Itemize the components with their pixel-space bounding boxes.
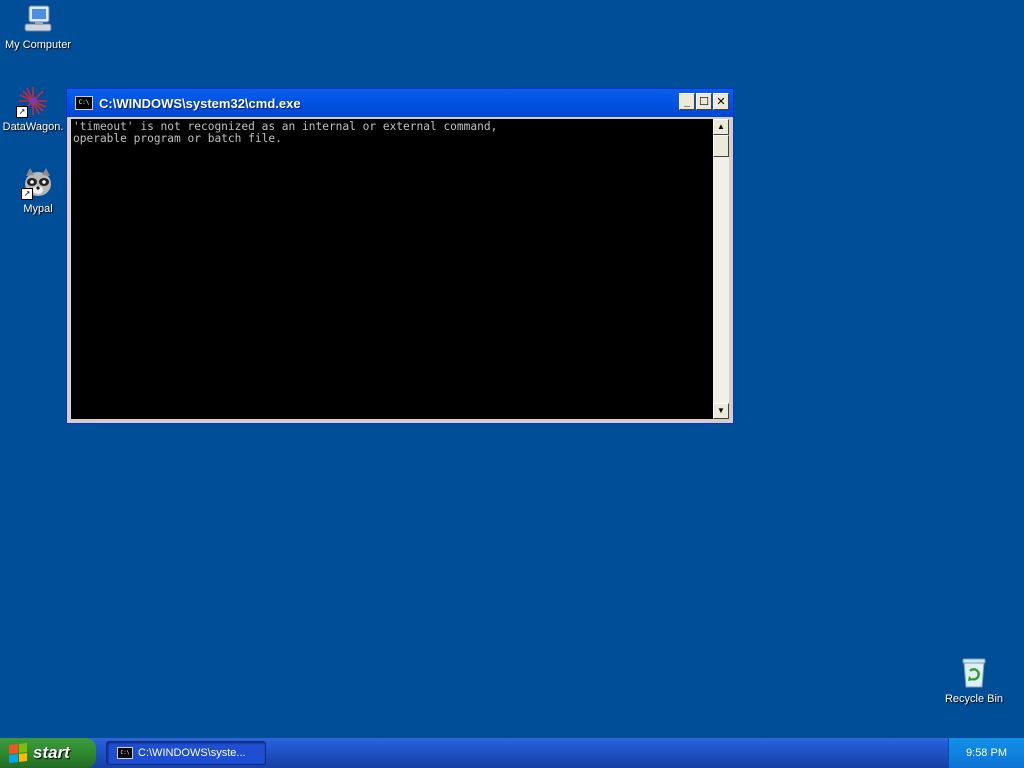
window-titlebar[interactable]: C:\ C:\WINDOWS\system32\cmd.exe _ ☐ ✕ (67, 89, 733, 117)
scroll-down-arrow-icon[interactable]: ▼ (713, 403, 729, 419)
desktop-icon-recycle-bin[interactable]: Recycle Bin (936, 656, 1012, 705)
start-button[interactable]: start (0, 738, 96, 768)
datawagon-icon: ↗ (16, 84, 50, 118)
desktop-icon-mypal[interactable]: ↗ Mypal (0, 166, 76, 215)
desktop-icon-label: Mypal (23, 203, 53, 215)
cmd-window[interactable]: C:\ C:\WINDOWS\system32\cmd.exe _ ☐ ✕ 't… (66, 88, 734, 424)
close-button[interactable]: ✕ (713, 93, 729, 110)
console-output[interactable]: 'timeout' is not recognized as an intern… (71, 119, 713, 419)
recycle-bin-icon (957, 656, 991, 690)
mypal-raccoon-icon: ↗ (21, 166, 55, 200)
desktop-icon-datawagon[interactable]: ↗ DataWagon. (0, 84, 71, 133)
maximize-button[interactable]: ☐ (696, 93, 712, 110)
window-title: C:\WINDOWS\system32\cmd.exe (99, 95, 301, 111)
scroll-up-arrow-icon[interactable]: ▲ (713, 119, 729, 135)
shortcut-arrow-icon: ↗ (21, 188, 33, 200)
windows-flag-icon (9, 743, 27, 763)
computer-icon (21, 2, 55, 36)
taskbar: start C:\ C:\WINDOWS\syste... 9:58 PM (0, 738, 1024, 768)
vertical-scrollbar[interactable]: ▲ ▼ (713, 119, 729, 419)
console-line: operable program or batch file. (73, 132, 282, 145)
taskbar-button-cmd[interactable]: C:\ C:\WINDOWS\syste... (106, 741, 266, 765)
cmd-icon: C:\ (117, 747, 133, 759)
desktop-icon-label: My Computer (4, 39, 72, 51)
desktop-icon-label: DataWagon. (2, 121, 64, 133)
shortcut-arrow-icon: ↗ (16, 106, 28, 118)
start-label: start (33, 743, 70, 762)
scroll-thumb[interactable] (713, 135, 729, 157)
minimize-button[interactable]: _ (679, 93, 695, 110)
system-tray[interactable]: 9:58 PM (948, 738, 1024, 768)
clock: 9:58 PM (966, 747, 1007, 759)
taskbar-button-label: C:\WINDOWS\syste... (138, 747, 246, 759)
cmd-icon: C:\ (75, 96, 93, 110)
desktop-icon-label: Recycle Bin (944, 693, 1004, 705)
desktop-icon-my-computer[interactable]: My Computer (0, 2, 76, 51)
